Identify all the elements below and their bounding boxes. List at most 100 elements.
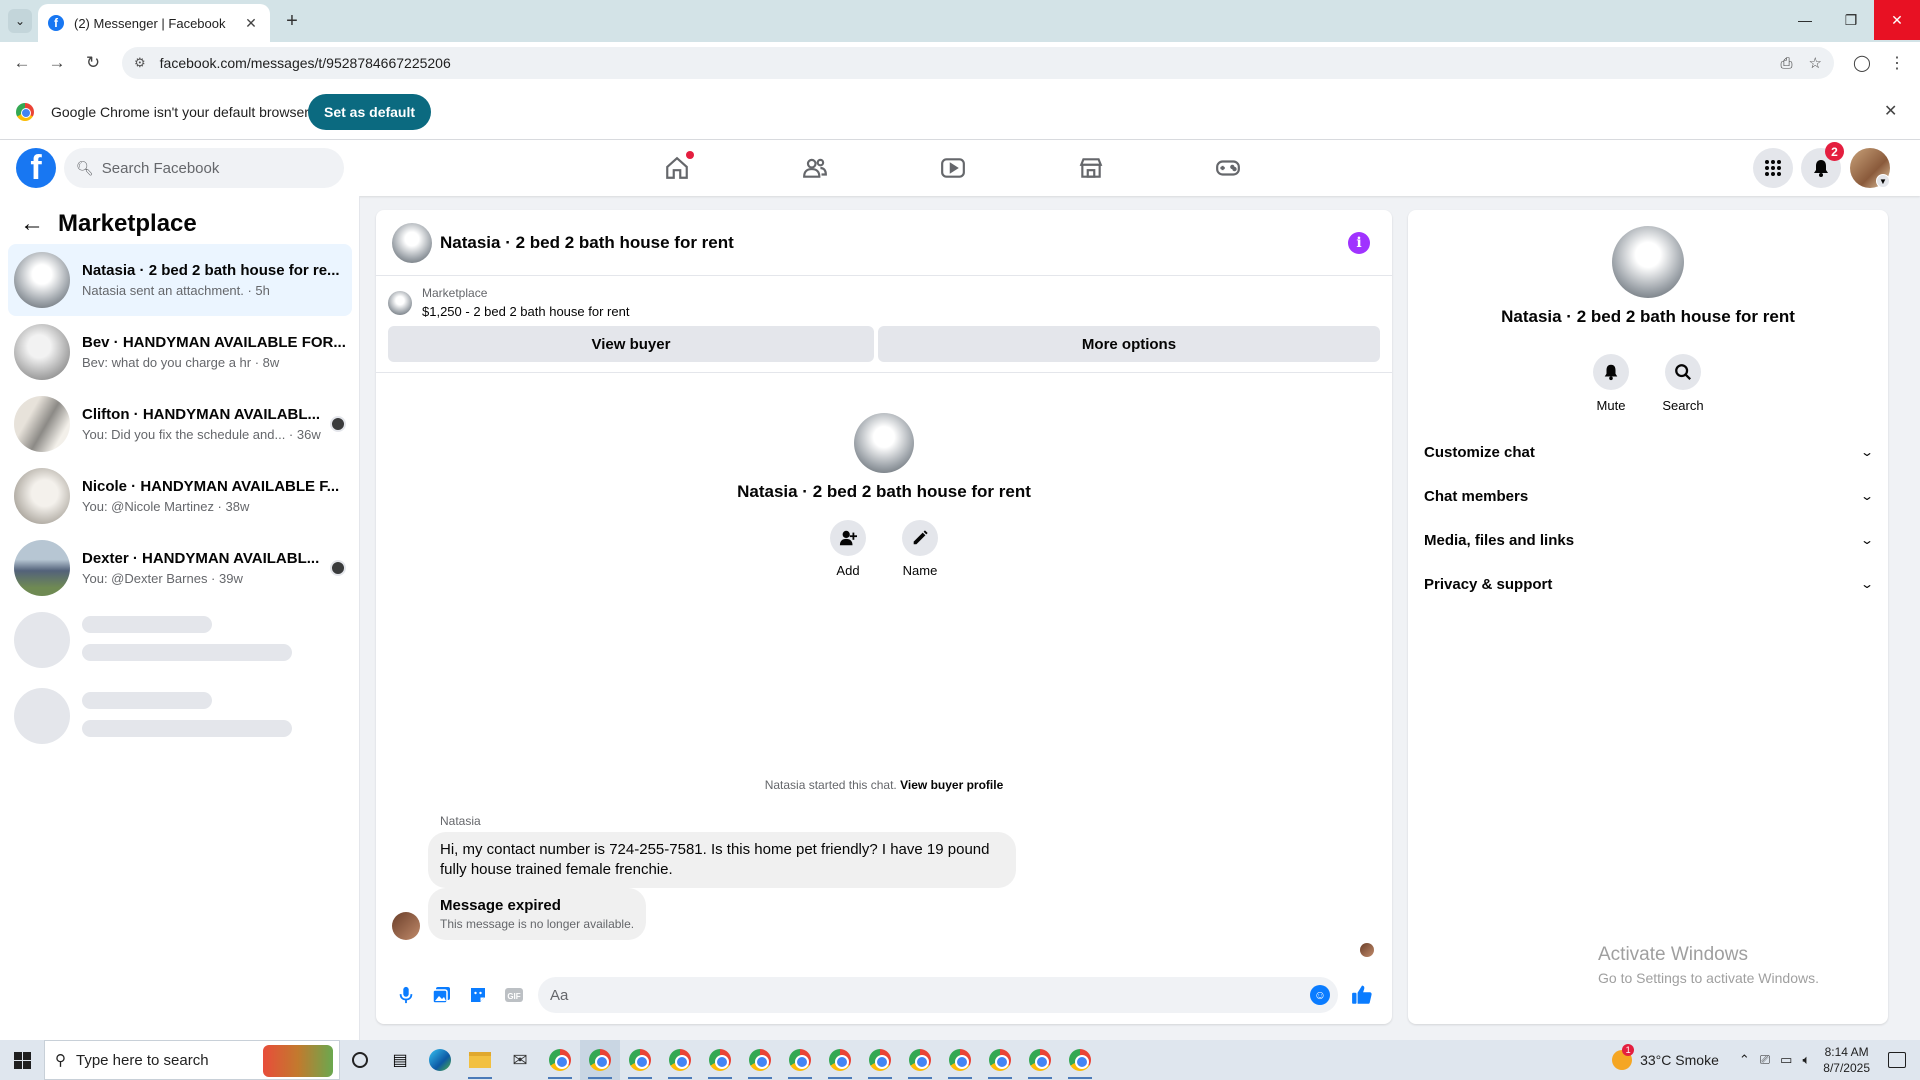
new-tab-icon[interactable]: + [280,9,304,33]
conversation-item[interactable]: Bev · HANDYMAN AVAILABLE FOR... Bev: wha… [8,316,352,388]
conversation-item[interactable]: Nicole · HANDYMAN AVAILABLE F... You: @N… [8,460,352,532]
name-chat-button[interactable]: Name [890,520,950,578]
chrome-taskbar-button[interactable] [700,1040,740,1080]
chevron-up-icon[interactable]: ⌃ [1739,1052,1750,1068]
section-label: Media, files and links [1424,531,1575,549]
more-options-button[interactable]: More options [878,326,1380,362]
menu-icon[interactable]: ⋮ [1884,50,1910,76]
sticker-button[interactable] [460,977,496,1013]
chrome-icon [949,1049,971,1071]
restore-icon[interactable]: ❐ [1828,0,1874,40]
chrome-taskbar-button[interactable] [660,1040,700,1080]
friends-nav-button[interactable] [760,148,870,188]
address-bar[interactable]: ⚙ facebook.com/messages/t/95287846672252… [122,47,1834,79]
bell-icon [1604,364,1618,381]
chrome-taskbar-button[interactable] [980,1040,1020,1080]
marketplace-nav-button[interactable] [1036,148,1146,188]
marketplace-listing-row[interactable]: Marketplace $1,250 - 2 bed 2 bath house … [388,286,629,319]
device-icon[interactable]: ⎚ [1760,1052,1770,1068]
task-view-button[interactable]: ▤ [380,1040,420,1080]
conversation-info-icon[interactable]: i [1348,232,1370,254]
site-settings-icon[interactable]: ⚙ [134,55,146,71]
chat-title[interactable]: Natasia · 2 bed 2 bath house for rent [440,233,734,253]
bookmark-star-icon[interactable]: ☆ [1809,54,1822,72]
chrome-taskbar-button[interactable] [1020,1040,1060,1080]
back-arrow-icon[interactable]: ← [20,210,44,238]
install-app-icon[interactable]: ⎙ [1781,55,1793,72]
minimize-icon[interactable]: — [1782,0,1828,40]
chevron-down-icon[interactable]: ▼ [1876,174,1890,188]
view-buyer-button[interactable]: View buyer [388,326,874,362]
forward-icon[interactable]: → [44,50,70,76]
mute-button[interactable]: Mute [1576,354,1646,413]
edge-button[interactable] [420,1040,460,1080]
home-nav-button[interactable] [622,148,732,188]
chrome-icon [909,1049,931,1071]
message-bubble[interactable]: Hi, my contact number is 724-255-7581. I… [428,832,1016,888]
mail-button[interactable]: ✉ [500,1040,540,1080]
window-close-icon[interactable]: ✕ [1874,0,1920,40]
watch-nav-button[interactable] [898,148,1008,188]
cortana-button[interactable] [340,1040,380,1080]
message-text-line: fully house trained female frenchie. [440,861,673,878]
chrome-taskbar-button[interactable] [580,1040,620,1080]
conversation-item[interactable]: Dexter · HANDYMAN AVAILABL... You: @Dext… [8,532,352,604]
like-button[interactable] [1344,977,1380,1013]
url-text[interactable]: facebook.com/messages/t/9528784667225206 [160,55,1765,71]
voice-clip-button[interactable] [388,977,424,1013]
set-as-default-button[interactable]: Set as default [308,94,432,130]
weather-text[interactable]: 33°C Smoke [1640,1052,1719,1068]
tab-search-dropdown-icon[interactable]: ⌄ [8,9,32,33]
chrome-taskbar-button[interactable] [620,1040,660,1080]
back-icon[interactable]: ← [9,50,35,76]
reload-icon[interactable]: ↻ [80,50,106,76]
conversation-item[interactable]: Clifton · HANDYMAN AVAILABL... You: Did … [8,388,352,460]
chrome-icon [669,1049,691,1071]
chrome-taskbar-button[interactable] [540,1040,580,1080]
taskbar-search-box[interactable]: ⚲ Type here to search [44,1040,340,1080]
view-buyer-profile-link[interactable]: View buyer profile [900,778,1003,792]
facebook-logo-icon[interactable]: f [16,148,56,188]
browser-tab[interactable]: f (2) Messenger | Facebook ✕ [38,4,270,42]
file-explorer-button[interactable] [460,1040,500,1080]
clock-date: 8/7/2025 [1823,1061,1870,1075]
sidebar-title: Marketplace [58,210,197,237]
chrome-taskbar-button[interactable] [820,1040,860,1080]
gaming-nav-button[interactable] [1173,148,1283,188]
chat-members-section[interactable]: Chat members ⌄ [1424,474,1875,518]
add-people-button[interactable]: Add [818,520,878,578]
gif-button[interactable]: GIF [496,977,532,1013]
chrome-taskbar-button[interactable] [900,1040,940,1080]
facebook-search-input[interactable]: 🔍︎ Search Facebook [64,148,344,188]
network-icon[interactable]: ▭ [1780,1052,1792,1068]
conversation-item[interactable]: Natasia · 2 bed 2 bath house for re... N… [8,244,352,316]
chrome-taskbar-button[interactable] [780,1040,820,1080]
chat-header-avatar[interactable] [392,222,432,263]
activate-windows-watermark: Activate Windows Go to Settings to activ… [1598,944,1819,986]
chevron-down-icon: ⌄ [1859,489,1875,503]
media-files-links-section[interactable]: Media, files and links ⌄ [1424,518,1874,562]
attach-media-button[interactable] [424,977,460,1013]
chrome-taskbar-button[interactable] [860,1040,900,1080]
infobar-close-icon[interactable]: ✕ [1884,101,1897,121]
tab-close-icon[interactable]: ✕ [242,15,260,32]
clock[interactable]: 8:14 AM 8/7/2025 [1823,1044,1870,1076]
profile-icon[interactable]: ◯ [1849,50,1875,76]
chrome-taskbar-button[interactable] [740,1040,780,1080]
conversation-name: Clifton · HANDYMAN AVAILABL... [82,406,321,423]
privacy-support-section[interactable]: Privacy & support ⌄ [1424,562,1874,606]
mute-label: Mute [1596,398,1626,413]
volume-icon[interactable]: 🔈︎ [1802,1052,1810,1068]
conversation-sidebar: ← Marketplace Natasia · 2 bed 2 bath hou… [0,196,360,1040]
chat-header: Natasia · 2 bed 2 bath house for rent i [376,210,1392,276]
chrome-taskbar-button[interactable] [940,1040,980,1080]
start-button[interactable] [0,1040,44,1080]
menu-grid-button[interactable] [1753,148,1793,188]
customize-chat-section[interactable]: Customize chat ⌄ [1424,430,1874,474]
chrome-taskbar-button[interactable] [1060,1040,1100,1080]
message-input[interactable]: Aa ☺ [538,977,1338,1013]
emoji-icon[interactable]: ☺ [1310,985,1330,1005]
weather-icon[interactable]: 1 [1612,1044,1635,1070]
action-center-icon[interactable] [1888,1052,1906,1068]
search-in-conversation-button[interactable]: Search [1648,354,1718,413]
